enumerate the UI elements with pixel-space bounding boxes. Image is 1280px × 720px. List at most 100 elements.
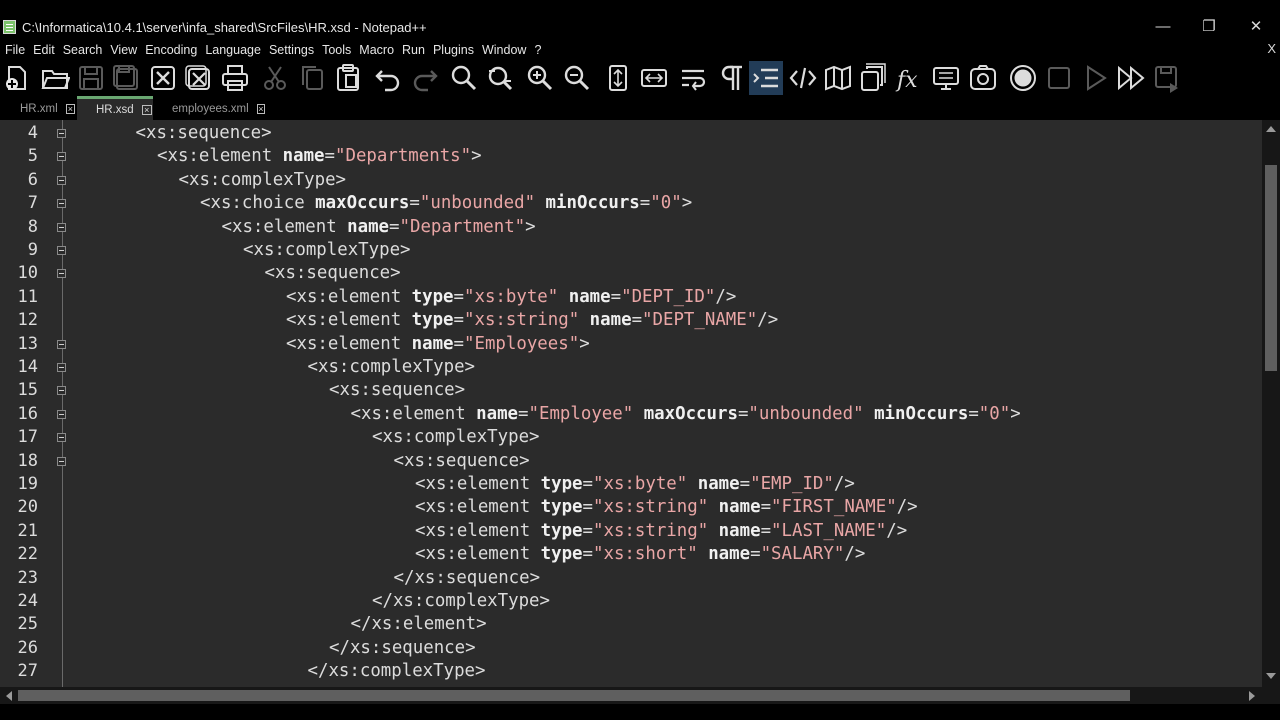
fold-toggle-icon[interactable] bbox=[57, 433, 66, 443]
scroll-down-arrow-icon[interactable] bbox=[1266, 673, 1276, 679]
code-line[interactable]: </xs:complexType> bbox=[70, 590, 1262, 613]
close-document-button[interactable]: X bbox=[1267, 40, 1276, 58]
stop-macro-button[interactable] bbox=[1042, 61, 1076, 95]
code-line[interactable]: <xs:sequence> bbox=[70, 262, 1262, 285]
vertical-scrollbar[interactable] bbox=[1262, 120, 1280, 687]
fold-toggle-icon[interactable] bbox=[57, 222, 66, 232]
record-macro-button[interactable] bbox=[1006, 61, 1040, 95]
code-line[interactable]: <xs:element type="xs:string" name="FIRST… bbox=[70, 496, 1262, 519]
run-macro-multiple-button[interactable] bbox=[1114, 61, 1148, 95]
zoom-in-button[interactable] bbox=[523, 61, 557, 95]
menu-language[interactable]: Language bbox=[200, 40, 264, 60]
code-line[interactable]: <xs:complexType> bbox=[70, 239, 1262, 262]
fold-toggle-icon[interactable] bbox=[57, 363, 66, 372]
code-line[interactable]: <xs:element type="xs:short" name="SALARY… bbox=[70, 543, 1262, 566]
horizontal-scrollbar[interactable] bbox=[0, 687, 1262, 704]
menu-edit[interactable]: Edit bbox=[28, 40, 58, 60]
code-line[interactable]: <xs:sequence> bbox=[70, 379, 1262, 402]
fold-toggle-icon[interactable] bbox=[57, 175, 66, 185]
fold-toggle-icon[interactable] bbox=[57, 129, 66, 138]
fold-toggle-icon[interactable] bbox=[57, 199, 66, 209]
fold-toggle-icon[interactable] bbox=[57, 246, 66, 255]
code-line[interactable]: <xs:choice maxOccurs="unbounded" minOccu… bbox=[70, 192, 1262, 215]
show-all-characters-button[interactable] bbox=[714, 61, 748, 95]
code-line[interactable]: <xs:sequence> bbox=[70, 122, 1262, 145]
sync-vertical-button[interactable] bbox=[601, 61, 635, 95]
menu-search[interactable]: Search bbox=[58, 40, 106, 60]
code-line[interactable]: <xs:sequence> bbox=[70, 450, 1262, 473]
print-button[interactable] bbox=[218, 61, 252, 95]
fold-toggle-icon[interactable] bbox=[57, 386, 66, 396]
undo-button[interactable] bbox=[371, 61, 405, 95]
menu-help[interactable]: ? bbox=[529, 40, 544, 60]
fold-toggle-icon[interactable] bbox=[57, 269, 66, 279]
tab-employees-xml[interactable]: employees.xml × bbox=[155, 98, 265, 120]
fold-toggle-icon[interactable] bbox=[57, 339, 66, 349]
code-line[interactable]: </xs:complexType> bbox=[70, 660, 1262, 683]
fold-toggle-icon[interactable] bbox=[57, 456, 66, 466]
replace-button[interactable] bbox=[483, 61, 517, 95]
sync-horizontal-button[interactable] bbox=[637, 61, 671, 95]
paste-button[interactable] bbox=[331, 61, 365, 95]
tab-hr-xsd[interactable]: HR.xsd × bbox=[77, 96, 153, 120]
find-button[interactable] bbox=[447, 61, 481, 95]
code-area[interactable]: <xs:sequence> <xs:element name="Departmen… bbox=[70, 120, 1262, 687]
close-button[interactable] bbox=[146, 61, 180, 95]
new-file-button[interactable] bbox=[0, 61, 34, 95]
zoom-out-button[interactable] bbox=[560, 61, 594, 95]
code-line[interactable]: <xs:complexType> bbox=[70, 356, 1262, 379]
tab-hr-xml[interactable]: HR.xml × bbox=[0, 98, 75, 120]
monitor-button[interactable] bbox=[929, 61, 963, 95]
menu-tools[interactable]: Tools bbox=[317, 40, 354, 60]
code-line[interactable]: <xs:element type="xs:string" name="LAST_… bbox=[70, 520, 1262, 543]
folder-workspace-button[interactable] bbox=[966, 61, 1000, 95]
open-folder-button[interactable] bbox=[38, 61, 72, 95]
menu-macro[interactable]: Macro bbox=[354, 40, 397, 60]
code-line[interactable]: <xs:element name="Employee" maxOccurs="u… bbox=[70, 403, 1262, 426]
menu-view[interactable]: View bbox=[105, 40, 140, 60]
cut-button[interactable] bbox=[258, 61, 292, 95]
vertical-scroll-thumb[interactable] bbox=[1265, 165, 1277, 371]
code-line[interactable]: <xs:element type="xs:string" name="DEPT_… bbox=[70, 309, 1262, 332]
function-list-button[interactable] bbox=[857, 61, 891, 95]
menu-window[interactable]: Window bbox=[477, 40, 529, 60]
copy-button[interactable] bbox=[295, 61, 329, 95]
code-line[interactable]: <xs:element type="xs:byte" name="DEPT_ID… bbox=[70, 286, 1262, 309]
menu-run[interactable]: Run bbox=[397, 40, 428, 60]
restore-button[interactable]: ❐ bbox=[1195, 16, 1223, 38]
tab-close-icon[interactable]: × bbox=[65, 104, 75, 114]
xml-tag-button[interactable] bbox=[786, 61, 820, 95]
code-line[interactable]: </xs:sequence> bbox=[70, 567, 1262, 590]
code-line[interactable]: <xs:element name="Departments"> bbox=[70, 145, 1262, 168]
save-macro-button[interactable] bbox=[1150, 61, 1184, 95]
scroll-up-arrow-icon[interactable] bbox=[1266, 126, 1276, 132]
code-line[interactable]: <xs:complexType> bbox=[70, 426, 1262, 449]
play-macro-button[interactable] bbox=[1078, 61, 1112, 95]
code-line[interactable]: </xs:element> bbox=[70, 613, 1262, 636]
menu-file[interactable]: File bbox=[0, 40, 28, 60]
close-window-button[interactable]: ✕ bbox=[1242, 16, 1270, 38]
tab-close-icon[interactable]: × bbox=[256, 104, 265, 114]
code-line[interactable]: <xs:complexType> bbox=[70, 169, 1262, 192]
code-line[interactable]: </xs:sequence> bbox=[70, 637, 1262, 660]
menu-encoding[interactable]: Encoding bbox=[140, 40, 200, 60]
indent-guide-button[interactable] bbox=[749, 61, 783, 95]
horizontal-scroll-thumb[interactable] bbox=[18, 690, 1130, 701]
word-wrap-button[interactable] bbox=[676, 61, 710, 95]
fold-margin[interactable] bbox=[52, 120, 70, 687]
save-button[interactable] bbox=[74, 61, 108, 95]
scroll-right-arrow-icon[interactable] bbox=[1249, 691, 1255, 701]
code-line[interactable]: <xs:element name="Employees"> bbox=[70, 333, 1262, 356]
save-all-button[interactable] bbox=[109, 61, 143, 95]
tab-close-icon[interactable]: × bbox=[141, 104, 152, 115]
close-all-button[interactable] bbox=[181, 61, 215, 95]
editor[interactable]: 4 5 6 7 8 9 10 11 12 13 14 15 16 17 18 19 20 21 22 23 24 25 26… bbox=[0, 120, 1262, 687]
menu-plugins[interactable]: Plugins bbox=[428, 40, 477, 60]
redo-button[interactable] bbox=[408, 61, 442, 95]
fold-toggle-icon[interactable] bbox=[57, 409, 66, 419]
menu-settings[interactable]: Settings bbox=[264, 40, 317, 60]
document-map-button[interactable] bbox=[821, 61, 855, 95]
minimize-button[interactable]: — bbox=[1149, 16, 1177, 38]
fold-toggle-icon[interactable] bbox=[57, 152, 66, 162]
function-fx-button[interactable]: fx bbox=[893, 61, 927, 95]
